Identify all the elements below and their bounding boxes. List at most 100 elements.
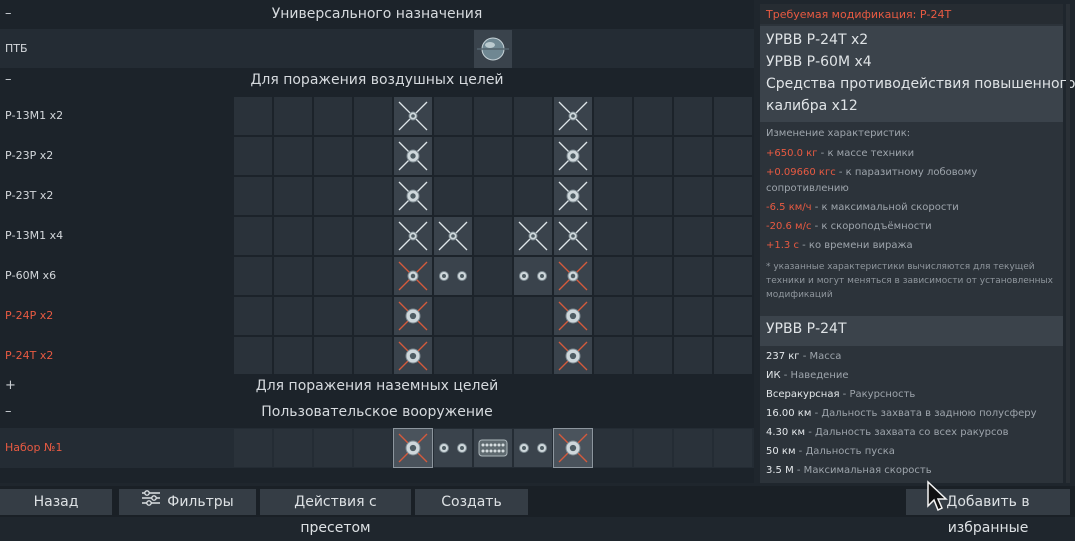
slot-cell[interactable] xyxy=(354,137,392,175)
slot-cell[interactable] xyxy=(514,217,552,255)
slot-cell[interactable] xyxy=(434,297,472,335)
slot-cell[interactable] xyxy=(474,30,512,68)
slot-cell[interactable] xyxy=(354,337,392,375)
slot-cell[interactable] xyxy=(474,217,512,255)
slot-cell[interactable] xyxy=(234,137,272,175)
slot-cell[interactable] xyxy=(474,429,512,467)
slot-cell[interactable] xyxy=(554,177,592,215)
slot-cell[interactable] xyxy=(634,429,672,467)
slot-cell[interactable] xyxy=(714,429,752,467)
slot-cell[interactable] xyxy=(554,97,592,135)
slot-cell[interactable] xyxy=(674,217,712,255)
slot-cell[interactable] xyxy=(594,257,632,295)
slot-cell[interactable] xyxy=(234,297,272,335)
row-preset-1[interactable]: Набор №1 xyxy=(0,428,754,468)
slot-cell[interactable] xyxy=(354,297,392,335)
slot-cell[interactable] xyxy=(314,217,352,255)
slot-cell[interactable] xyxy=(554,257,592,295)
slot-cell[interactable] xyxy=(314,177,352,215)
slot-cell[interactable] xyxy=(594,217,632,255)
section-air[interactable]: – Для поражения воздушных целей xyxy=(0,68,754,94)
slot-cell[interactable] xyxy=(714,97,752,135)
slot-cell[interactable] xyxy=(394,337,432,375)
slot-cell[interactable] xyxy=(354,429,392,467)
slot-cell[interactable] xyxy=(314,257,352,295)
slot-cell[interactable] xyxy=(594,337,632,375)
slot-cell[interactable] xyxy=(234,257,272,295)
slot-cell[interactable] xyxy=(394,177,432,215)
slot-cell[interactable] xyxy=(674,297,712,335)
slot-cell[interactable] xyxy=(234,97,272,135)
slot-cell[interactable] xyxy=(274,177,312,215)
slot-cell[interactable] xyxy=(674,97,712,135)
slot-cell[interactable] xyxy=(314,429,352,467)
slot-cell[interactable] xyxy=(674,337,712,375)
slot-cell[interactable] xyxy=(634,297,672,335)
slot-cell[interactable] xyxy=(594,137,632,175)
filters-button[interactable]: Фильтры xyxy=(119,489,256,515)
slot-cell[interactable] xyxy=(274,137,312,175)
slot-cell[interactable] xyxy=(714,337,752,375)
slot-cell[interactable] xyxy=(274,429,312,467)
slot-cell[interactable] xyxy=(594,429,632,467)
slot-cell[interactable] xyxy=(434,257,472,295)
panel-scrollbar[interactable] xyxy=(1066,4,1070,483)
slot-cell[interactable] xyxy=(594,97,632,135)
slot-cell[interactable] xyxy=(553,428,593,468)
slot-cell[interactable] xyxy=(634,257,672,295)
slot-cell[interactable] xyxy=(434,429,472,467)
slot-cell[interactable] xyxy=(514,177,552,215)
slot-cell[interactable] xyxy=(474,137,512,175)
slot-cell[interactable] xyxy=(274,337,312,375)
slot-cell[interactable] xyxy=(434,337,472,375)
slot-cell[interactable] xyxy=(474,177,512,215)
slot-cell[interactable] xyxy=(634,337,672,375)
slot-cell[interactable] xyxy=(234,429,272,467)
slot-cell[interactable] xyxy=(314,337,352,375)
slot-cell[interactable] xyxy=(234,337,272,375)
slot-cell[interactable] xyxy=(474,97,512,135)
slot-cell[interactable] xyxy=(393,428,433,468)
slot-cell[interactable] xyxy=(594,177,632,215)
slot-cell[interactable] xyxy=(314,297,352,335)
slot-cell[interactable] xyxy=(634,177,672,215)
slot-cell[interactable] xyxy=(474,297,512,335)
slot-cell[interactable] xyxy=(394,137,432,175)
slot-cell[interactable] xyxy=(634,97,672,135)
slot-cell[interactable] xyxy=(354,177,392,215)
section-ground[interactable]: + Для поражения наземных целей xyxy=(0,374,754,400)
back-button[interactable]: Назад xyxy=(0,489,112,515)
slot-cell[interactable] xyxy=(674,257,712,295)
slot-cell[interactable] xyxy=(314,137,352,175)
slot-cell[interactable] xyxy=(674,137,712,175)
slot-cell[interactable] xyxy=(514,257,552,295)
slot-cell[interactable] xyxy=(434,217,472,255)
create-button[interactable]: Создать xyxy=(415,489,528,515)
slot-cell[interactable] xyxy=(514,337,552,375)
slot-cell[interactable] xyxy=(274,257,312,295)
slot-cell[interactable] xyxy=(514,297,552,335)
slot-cell[interactable] xyxy=(354,97,392,135)
slot-cell[interactable] xyxy=(434,137,472,175)
slot-cell[interactable] xyxy=(514,429,552,467)
slot-cell[interactable] xyxy=(314,97,352,135)
section-universal[interactable]: – Универсального назначения xyxy=(0,2,754,28)
slot-cell[interactable] xyxy=(634,137,672,175)
slot-cell[interactable] xyxy=(514,137,552,175)
slot-cell[interactable] xyxy=(554,337,592,375)
slot-cell[interactable] xyxy=(554,297,592,335)
slot-cell[interactable] xyxy=(274,97,312,135)
slot-cell[interactable] xyxy=(714,257,752,295)
slot-cell[interactable] xyxy=(554,217,592,255)
section-custom[interactable]: – Пользовательское вооружение xyxy=(0,400,754,426)
slot-cell[interactable] xyxy=(274,297,312,335)
slot-cell[interactable] xyxy=(474,337,512,375)
slot-cell[interactable] xyxy=(514,97,552,135)
slot-cell[interactable] xyxy=(674,429,712,467)
slot-cell[interactable] xyxy=(474,257,512,295)
slot-cell[interactable] xyxy=(714,137,752,175)
slot-cell[interactable] xyxy=(394,217,432,255)
slot-cell[interactable] xyxy=(594,297,632,335)
slot-cell[interactable] xyxy=(394,257,432,295)
slot-cell[interactable] xyxy=(634,217,672,255)
